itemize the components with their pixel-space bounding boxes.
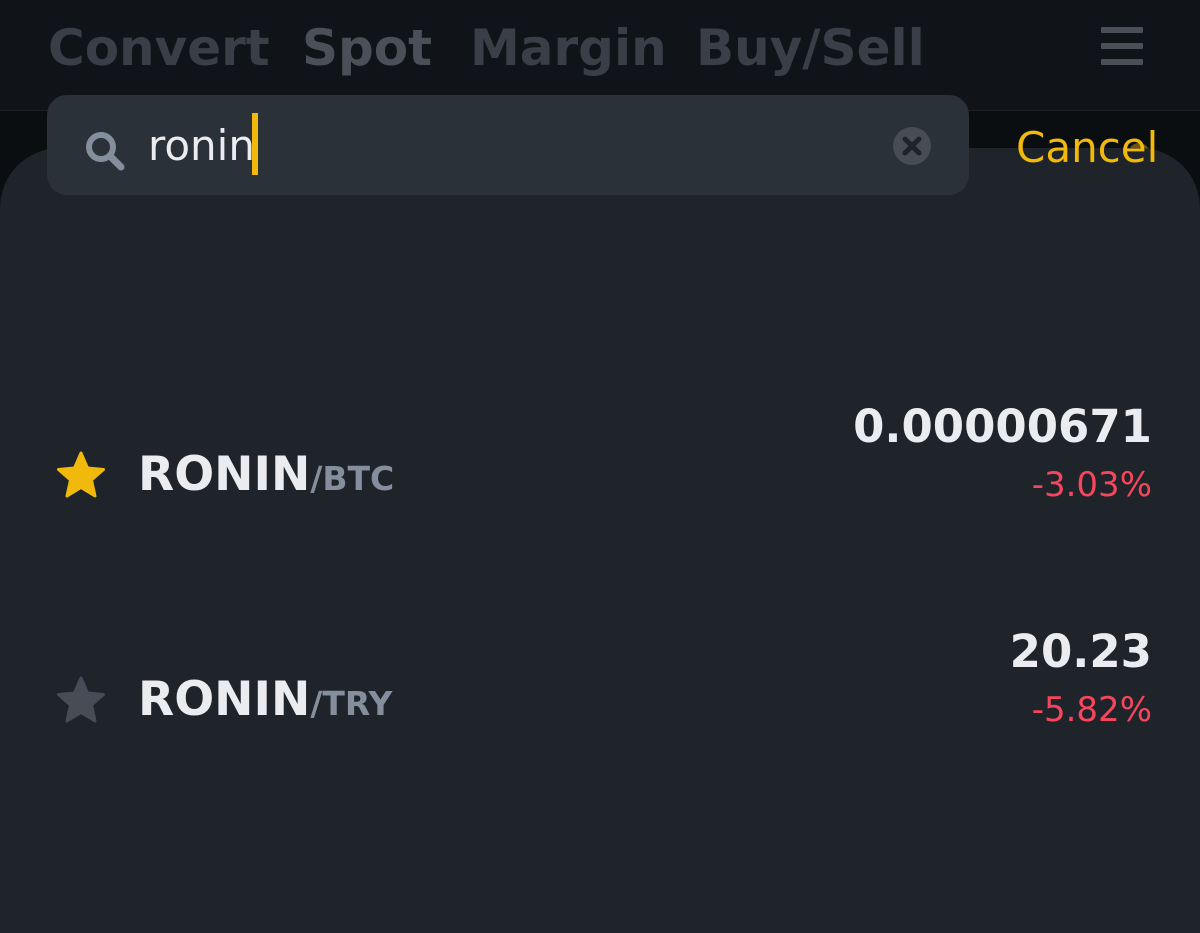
cancel-button[interactable]: Cancel <box>1016 120 1158 176</box>
tab-spot[interactable]: Spot <box>302 18 432 78</box>
tab-buy-sell[interactable]: Buy/Sell <box>696 18 925 78</box>
search-result-row[interactable]: RONIN/TRY 20.23 -5.82% <box>0 600 1200 800</box>
base-asset: RONIN <box>138 447 311 502</box>
text-cursor <box>252 113 258 175</box>
tab-convert[interactable]: Convert <box>48 18 270 78</box>
search-result-row[interactable]: RONIN/BTC 0.00000671 -3.03% <box>0 375 1200 575</box>
trading-pair: RONIN/TRY <box>138 670 392 740</box>
clear-icon[interactable] <box>892 126 932 166</box>
base-asset: RONIN <box>138 672 311 727</box>
hamburger-menu-icon[interactable] <box>1101 27 1143 65</box>
price-change-percent: -5.82% <box>1031 690 1152 730</box>
quote-asset: /BTC <box>310 459 395 498</box>
tab-margin[interactable]: Margin <box>470 18 667 78</box>
search-icon <box>86 132 125 171</box>
star-unfavorite-icon[interactable] <box>55 675 107 727</box>
last-price: 0.00000671 <box>853 400 1152 453</box>
price-change-percent: -3.03% <box>1031 465 1152 505</box>
screen: Convert Spot Margin Buy/Sell Cancel RONI… <box>0 0 1200 933</box>
quote-asset: /TRY <box>310 684 393 723</box>
star-favorite-icon[interactable] <box>55 450 107 502</box>
last-price: 20.23 <box>1009 625 1152 678</box>
trading-pair: RONIN/BTC <box>138 445 394 515</box>
